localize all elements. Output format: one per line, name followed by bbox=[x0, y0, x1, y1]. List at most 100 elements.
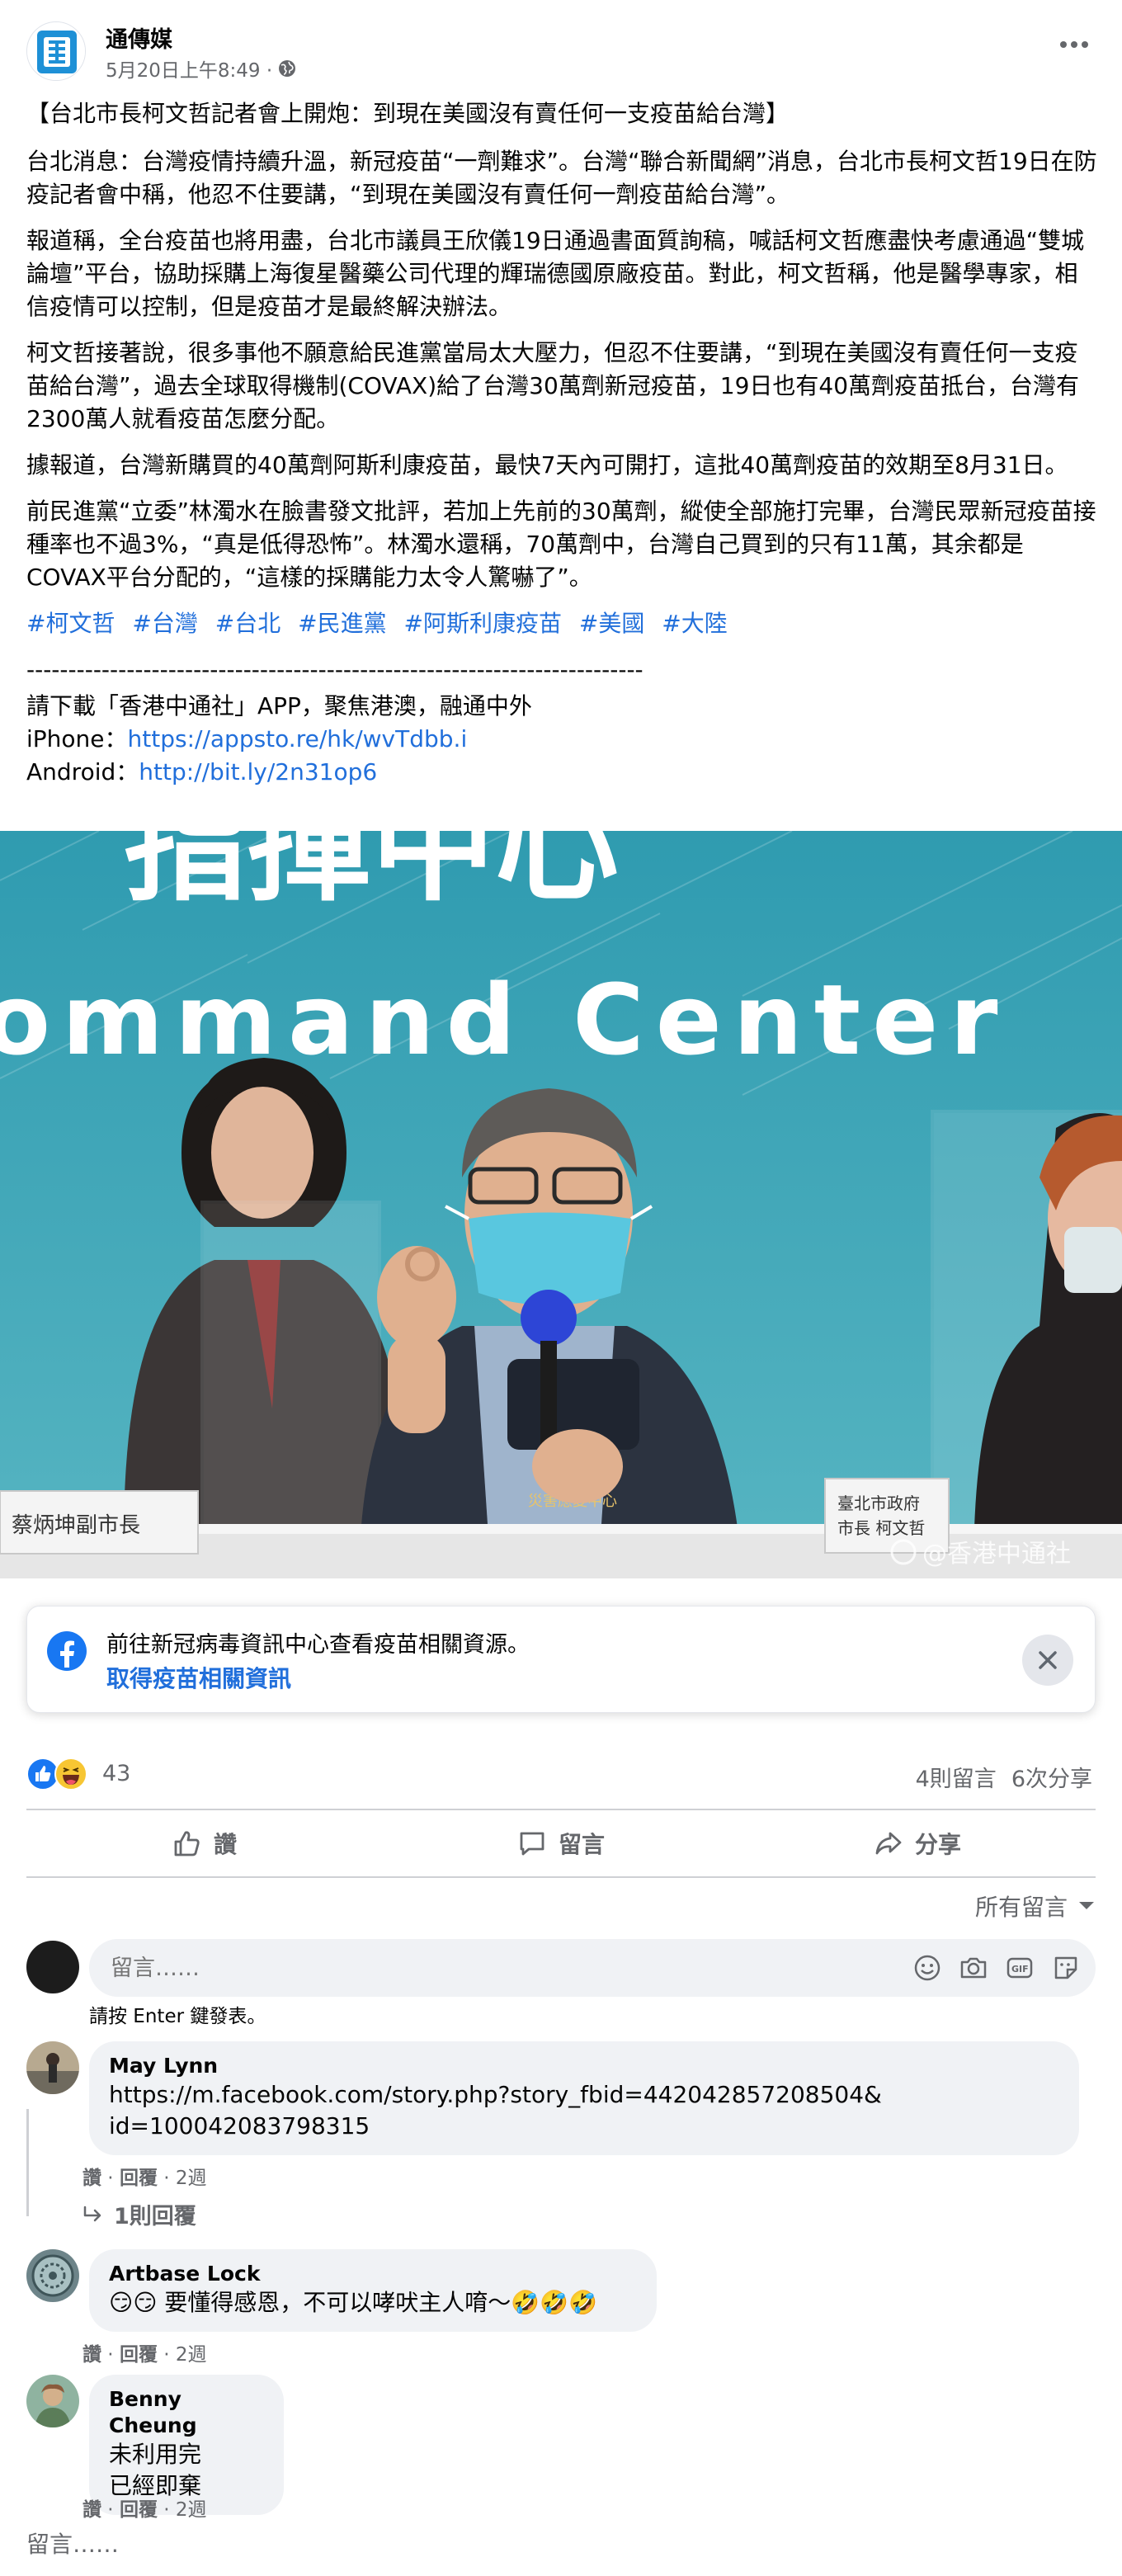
comment-author[interactable]: Benny Cheung bbox=[109, 2386, 264, 2439]
hashtag-link[interactable]: #台灣 bbox=[132, 610, 197, 637]
iphone-line: iPhone：https://appsto.re/hk/wvTdbb.i bbox=[26, 723, 1099, 756]
android-line: Android：http://bit.ly/2n31op6 bbox=[26, 756, 1099, 789]
user-avatar[interactable] bbox=[26, 1941, 79, 1993]
vaccine-info-link[interactable]: 取得疫苗相關資訊 bbox=[106, 1661, 291, 1694]
banner-text-top: 指揮中心 bbox=[124, 831, 619, 918]
comment-like-button[interactable]: 讚 bbox=[82, 2499, 101, 2521]
reaction-stats: 4則留言 6次分享 bbox=[916, 1761, 1092, 1793]
comment-bubble: Artbase Lock 😏😏 要懂得感恩，不可以哮吠主人唷～🤣🤣🤣 bbox=[89, 2249, 657, 2332]
svg-text:GIF: GIF bbox=[1011, 1964, 1029, 1974]
comment-text-line[interactable]: id=100042083798315 bbox=[109, 2111, 1059, 2142]
comment-text-line[interactable]: 未利用完 bbox=[109, 2439, 264, 2470]
comment-author[interactable]: Artbase Lock bbox=[109, 2261, 637, 2287]
sort-label: 所有留言 bbox=[974, 1894, 1068, 1921]
replies-label: 1則回覆 bbox=[114, 2204, 196, 2229]
hashtag-link[interactable]: #台北 bbox=[215, 610, 280, 637]
covid-info-card: 前往新冠病毒資訊中心查看疫苗相關資源。 取得疫苗相關資訊 bbox=[26, 1606, 1096, 1713]
action-bar: 讚 留言 分享 bbox=[26, 1809, 1096, 1878]
comment-text[interactable]: 😏😏 要懂得感恩，不可以哮吠主人唷～🤣🤣🤣 bbox=[109, 2287, 637, 2319]
comment-text-line[interactable]: https://m.facebook.com/story.php?story_f… bbox=[109, 2079, 1059, 2111]
composer-tools: GIF bbox=[912, 1953, 1081, 1983]
banner-text: ommand Center bbox=[0, 963, 1009, 1077]
chevron-down-icon bbox=[1079, 1902, 1094, 1909]
post-paragraph: 據報道，台灣新購買的40萬劑阿斯利康疫苗，最快7天內可開打，這批40萬劑疫苗的效… bbox=[26, 451, 1068, 479]
enter-hint: 請按 Enter 鍵發表。 bbox=[89, 2006, 266, 2027]
post-timestamp[interactable]: 5月20日上午8:49 · bbox=[106, 54, 272, 83]
thread-line bbox=[26, 2109, 29, 2216]
like-label: 讚 bbox=[213, 1831, 237, 1858]
haha-reaction-icon bbox=[54, 1757, 87, 1790]
photo-watermark: @香港中通社 bbox=[922, 1540, 1071, 1569]
android-label: Android： bbox=[26, 758, 139, 786]
post-paragraph: 台北消息：台灣疫情持續升溫，新冠疫苗“一劑難求”。台灣“聯合新聞網”消息，台北市… bbox=[26, 148, 1097, 208]
comment-count[interactable]: 4則留言 bbox=[916, 1761, 997, 1793]
press-conference-photo: 指揮中心 ommand Center 災害應變中心 bbox=[0, 831, 1122, 1578]
footer-comment-link[interactable]: 留言…… bbox=[26, 2526, 119, 2559]
post-paragraph: 柯文哲接著說，很多事他不願意給民進黨當局太大壓力，但忍不住要講，“到現在美國沒有… bbox=[26, 339, 1080, 432]
close-icon[interactable] bbox=[1022, 1635, 1073, 1686]
reaction-count[interactable]: 43 bbox=[102, 1761, 130, 1786]
emoji-icon[interactable] bbox=[912, 1953, 942, 1983]
comment-reply-button[interactable]: 回覆 bbox=[120, 2168, 158, 2189]
comment-reply-button[interactable]: 回覆 bbox=[120, 2344, 158, 2366]
post-header: 通傳媒 5月20日上午8:49 · bbox=[26, 18, 1096, 83]
reply-arrow-icon bbox=[83, 2206, 101, 2221]
comment-actions: 讚 · 回覆 · 2週 bbox=[82, 2499, 207, 2521]
facebook-icon bbox=[47, 1631, 87, 1671]
post-meta: 5月20日上午8:49 · bbox=[106, 54, 297, 83]
comment-label: 留言 bbox=[558, 1831, 605, 1858]
reactions-bar: 43 4則留言 6次分享 bbox=[26, 1754, 1096, 1795]
page-avatar[interactable] bbox=[26, 21, 86, 81]
commenter-avatar[interactable] bbox=[26, 2041, 79, 2094]
comment-author[interactable]: May Lynn bbox=[109, 2053, 1059, 2079]
share-count[interactable]: 6次分享 bbox=[1011, 1761, 1092, 1793]
camera-icon[interactable] bbox=[959, 1953, 988, 1983]
post-body: 【台北市長柯文哲記者會上開炮：到現在美國沒有賣任何一支疫苗給台灣】 台北消息：台… bbox=[26, 97, 1099, 789]
more-icon[interactable] bbox=[1053, 30, 1096, 59]
commenter-avatar[interactable] bbox=[26, 2249, 79, 2302]
commenter-avatar[interactable] bbox=[26, 2375, 79, 2427]
like-button[interactable]: 讚 bbox=[26, 1810, 383, 1876]
hashtag-link[interactable]: #大陸 bbox=[662, 610, 727, 637]
comment-bubble: May Lynn https://m.facebook.com/story.ph… bbox=[89, 2041, 1079, 2155]
post-headline: 【台北市長柯文哲記者會上開炮：到現在美國沒有賣任何一支疫苗給台灣】 bbox=[26, 100, 790, 127]
post-paragraph: 前民進黨“立委”林濁水在臉書發文批評，若加上先前的30萬劑，縱使全部施打完畢，台… bbox=[26, 498, 1096, 591]
comment-like-button[interactable]: 讚 bbox=[82, 2344, 101, 2366]
globe-icon[interactable] bbox=[277, 59, 297, 78]
comment-actions: 讚 · 回覆 · 2週 bbox=[82, 2168, 207, 2189]
page-logo-icon bbox=[27, 22, 85, 80]
share-icon bbox=[875, 1832, 902, 1855]
hashtag-list: #柯文哲 #台灣 #台北 #民進黨 #阿斯利康疫苗 #美國 #大陸 bbox=[26, 607, 1099, 640]
info-card-text: 前往新冠病毒資訊中心查看疫苗相關資源。 bbox=[106, 1632, 530, 1658]
comment-sort-menu[interactable]: 所有留言 bbox=[975, 1890, 1096, 1923]
comment-actions: 讚 · 回覆 · 2週 bbox=[82, 2344, 207, 2366]
comment-button[interactable]: 留言 bbox=[383, 1810, 739, 1876]
hashtag-link[interactable]: #柯文哲 bbox=[26, 610, 115, 637]
like-icon bbox=[174, 1831, 200, 1857]
comment-like-button[interactable]: 讚 bbox=[82, 2168, 101, 2189]
post-photo[interactable]: 指揮中心 ommand Center 災害應變中心 bbox=[0, 831, 1122, 1578]
sticker-icon[interactable] bbox=[1051, 1953, 1081, 1983]
nameplate-right-line2: 市長 柯文哲 bbox=[837, 1518, 925, 1538]
post-paragraph: 報道稱，全台疫苗也將用盡，台北市議員王欣儀19日通過書面質詢稿，喊話柯文哲應盡快… bbox=[26, 227, 1085, 320]
comment-time[interactable]: 2週 bbox=[176, 2168, 207, 2189]
comment-time[interactable]: 2週 bbox=[176, 2344, 207, 2366]
comment-time[interactable]: 2週 bbox=[176, 2499, 207, 2521]
iphone-link[interactable]: https://appsto.re/hk/wvTdbb.i bbox=[128, 725, 468, 753]
hashtag-link[interactable]: #美國 bbox=[579, 610, 644, 637]
nameplate-left: 蔡炳坤副市長 bbox=[12, 1513, 140, 1538]
hashtag-link[interactable]: #阿斯利康疫苗 bbox=[404, 610, 562, 637]
comment-reply-button[interactable]: 回覆 bbox=[120, 2499, 158, 2521]
nameplate-right-line1: 臺北市政府 bbox=[837, 1493, 920, 1513]
iphone-label: iPhone： bbox=[26, 725, 128, 753]
comment-composer: GIF bbox=[26, 1939, 1096, 1997]
view-replies-link[interactable]: 1則回覆 bbox=[82, 2198, 196, 2230]
gif-icon[interactable]: GIF bbox=[1005, 1953, 1035, 1983]
android-link[interactable]: http://bit.ly/2n31op6 bbox=[139, 758, 377, 786]
reaction-icons[interactable] bbox=[26, 1757, 87, 1790]
comment-icon bbox=[520, 1832, 544, 1856]
text-divider: ----------------------------------------… bbox=[26, 656, 644, 683]
share-button[interactable]: 分享 bbox=[739, 1810, 1096, 1876]
hashtag-link[interactable]: #民進黨 bbox=[298, 610, 386, 637]
page-name[interactable]: 通傳媒 bbox=[106, 21, 172, 54]
